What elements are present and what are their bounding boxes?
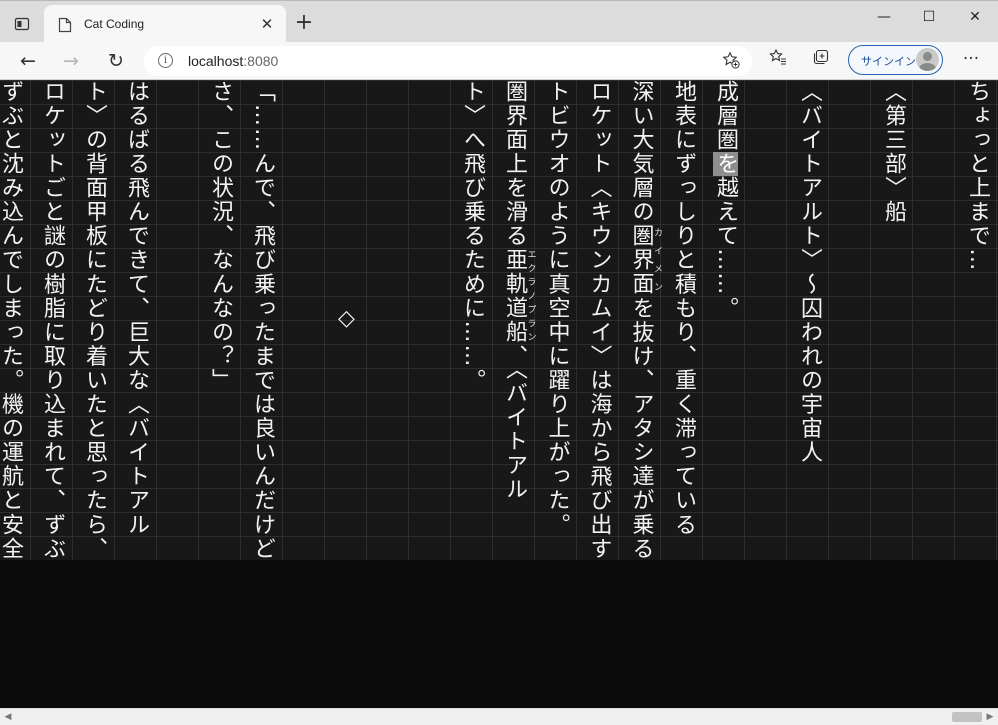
reload-button[interactable]: ↻ [103,48,129,74]
text-line: ロケット〈キウンカムイ〉は海から飛び出す [578,80,620,561]
address-bar[interactable]: i localhost:8080 [144,46,752,76]
text-line: ちょっと上まで… [956,80,998,560]
text-line: 成層圏を越えて……。 [704,80,746,560]
back-button[interactable]: ← [15,48,41,74]
forward-button[interactable]: → [58,48,84,74]
scrollbar-thumb[interactable] [952,712,982,722]
minimize-button[interactable]: — [861,7,907,27]
ruby-text: 圏界面カイメン [628,224,663,297]
text-line: トビウオのように真空中に躍り上がった。 [536,80,578,560]
text-line [830,80,872,560]
text-line: 「……んで、飛び乗ったまでは良いんだけど [241,80,283,561]
text-line: ト〉へ飛び乗るために……。 [451,80,493,560]
info-icon[interactable]: i [158,53,173,68]
text-line [914,80,956,560]
page-viewport[interactable]: ちょっと上まで… 〈第三部〉船 〈バイトアルト〉～囚われの宇宙人 成層圏を越えて… [0,80,998,708]
text-segment: を抜け、アタシ達が乗る [628,296,654,562]
text-segment: ちょっと上まで… [965,80,990,273]
scroll-right-icon[interactable]: ▶ [984,710,996,724]
text-segment: トビウオのように真空中に躍り上がった。 [544,80,570,537]
horizontal-scrollbar[interactable]: ◀ ▶ [0,708,998,725]
page-icon [58,17,72,33]
text-line: 地表にずっしりと積もり、重く滞っている [662,80,704,560]
tab-title: Cat Coding [84,17,145,31]
text-segment: ◇ [334,306,359,334]
text-segment: ロケットごと謎の樹脂に取り込まれて、ずぶ [40,80,65,561]
text-segment: ずぶと沈み込んでしまった。機の運航と安全 [0,80,23,561]
text-line: 〈第三部〉船 [872,80,914,560]
text-segment: さ、この状況、なんなの？」 [208,80,233,393]
text-line: ロケットごと謎の樹脂に取り込まれて、ずぶ [31,80,73,561]
text-segment: 越えて……。 [713,176,738,321]
text-segment: 成層圏 [713,80,738,153]
text-line: 〈バイトアルト〉～囚われの宇宙人 [788,80,830,560]
text-segment: 〈バイトアルト〉～囚われの宇宙人 [797,80,822,465]
text-line [157,80,199,560]
text-segment: 地表にずっしりと積もり、重く滞っている [671,80,696,537]
text-line: ト〉の背面甲板にたどり着いたと思ったら、 [73,80,115,561]
close-window-button[interactable]: ✕ [952,7,998,27]
tab-cat-coding[interactable]: Cat Coding ✕ [44,5,286,43]
text-line [283,80,325,560]
more-icon[interactable]: ··· [958,48,984,74]
collections-icon[interactable] [808,48,834,74]
text-line [746,80,788,560]
text-line: はるばる飛んできて、巨大な〈バイトアル [115,80,157,560]
text-line [367,80,409,560]
text-segment: 、〈バイトアル [502,344,527,502]
text-segment: はるばる飛んできて、巨大な〈バイトアル [124,80,149,537]
text-line: 圏界面上を滑る亜軌道船エクラノプラン、〈バイトアル [493,80,536,560]
tab-close-icon[interactable]: ✕ [258,15,276,33]
text-segment: 「……んで、飛び乗ったまでは良いんだけど [250,80,275,561]
browser-toolbar: ← → ↻ i localhost:8080 サインイン ··· [0,42,998,80]
text-cursor-highlight: を [713,152,738,177]
signin-button[interactable]: サインイン [848,45,943,75]
scroll-left-icon[interactable]: ◀ [2,710,14,724]
avatar [916,48,939,71]
text-segment: 圏界面上を滑る [502,80,527,249]
new-tab-button[interactable]: + [294,12,314,34]
text-segment: 〈第三部〉船 [881,80,906,225]
text-segment: ト〉の背面甲板にたどり着いたと思ったら、 [82,80,107,561]
tab-actions-icon[interactable] [14,16,30,32]
text-segment: ト〉へ飛び乗るために……。 [460,80,485,393]
text-line: ずぶと沈み込んでしまった。機の運航と安全 [0,80,31,561]
tab-bar: Cat Coding ✕ + — ☐ ✕ [0,0,998,43]
text-line: さ、この状況、なんなの？」 [199,80,241,560]
text-segment: 深い大気層の [628,80,654,225]
text-segment: ロケット〈キウンカムイ〉は海から飛び出す [586,80,612,561]
text-line: ◇ [325,80,367,560]
maximize-button[interactable]: ☐ [906,7,952,27]
signin-label: サインイン [861,55,916,68]
text-line [409,80,451,560]
url-text[interactable]: localhost:8080 [188,53,278,69]
star-plus-icon[interactable] [722,51,740,74]
vertical-text[interactable]: ちょっと上まで… 〈第三部〉船 〈バイトアルト〉～囚われの宇宙人 成層圏を越えて… [0,80,998,562]
text-line: 深い大気層の圏界面カイメンを抜け、アタシ達が乗る [620,80,663,562]
ruby-text: 亜軌道船エクラノプラン [502,248,536,345]
favorites-icon[interactable] [765,48,791,74]
